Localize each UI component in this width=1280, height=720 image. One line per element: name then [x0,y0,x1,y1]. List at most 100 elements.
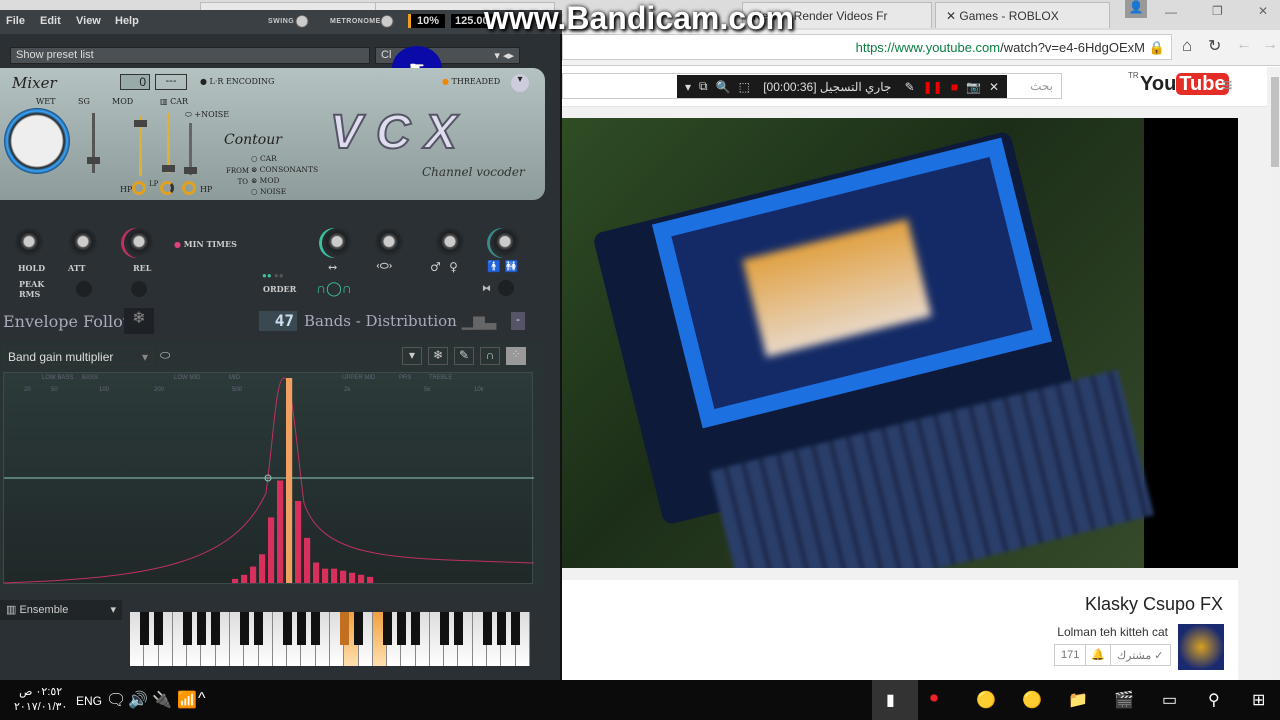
sg-slider[interactable] [87,113,100,173]
menu-view[interactable]: View [76,15,101,27]
car-slider[interactable] [162,113,175,173]
language-indicator[interactable]: ENG [76,694,102,708]
peak-rms-switch[interactable]: PEAK RMS [19,279,44,299]
dropdown-icon[interactable]: ▾ [685,80,691,94]
black-key[interactable] [282,612,292,645]
region-icon[interactable]: ⬚ [739,80,750,94]
release-curve-knob[interactable] [131,281,147,297]
subscribe-button[interactable]: مشترك ✓ [1111,645,1169,665]
black-key[interactable] [439,612,449,645]
windows-start-icon[interactable]: ⊞ [1252,690,1265,710]
video-editor-icon[interactable]: 🎬 [1114,690,1134,710]
camera-icon[interactable]: 📷 [966,80,981,94]
dropdown-icon[interactable]: ▾ [402,347,422,365]
hold-knob[interactable] [14,228,44,258]
hp-knob[interactable] [132,181,146,195]
pause-icon[interactable]: ❚❚ [923,80,943,94]
file-explorer-icon[interactable]: 📁 [1068,690,1088,710]
band-mode-select[interactable]: Band gain multiplier ▾ [3,347,153,365]
hp-knob-2[interactable] [182,181,196,195]
close-window-icon[interactable]: ✕ [1258,4,1268,18]
volume-icon[interactable]: 🔊 [128,690,148,710]
small-knob[interactable] [498,280,514,296]
minimize-icon[interactable]: — [1165,5,1177,19]
black-key[interactable] [211,612,221,645]
black-key[interactable] [339,612,349,645]
lips-icon[interactable]: ⬭ [160,348,170,363]
stop-icon[interactable]: ■ [951,80,958,94]
gender-knob[interactable] [435,228,465,258]
tab-roblox[interactable]: ✕ Games - ROBLOX [935,2,1110,28]
black-key[interactable] [354,612,364,645]
collapse-button[interactable]: - [511,312,525,330]
formant-knob[interactable] [374,228,404,258]
attack-curve-knob[interactable] [76,281,92,297]
min-times-toggle[interactable]: ● MIN TIMES [174,239,237,249]
pencil-icon[interactable]: ✎ [454,347,474,365]
menu-icon[interactable]: ≡ [1222,75,1233,96]
distribution-icon[interactable]: ▁▆▃ [462,312,497,330]
pencil-icon[interactable]: ✎ [905,80,915,94]
threaded-toggle[interactable]: ● THREADED [442,77,500,86]
forward-icon[interactable]: → [1262,36,1278,54]
close-icon[interactable]: ✕ [946,9,959,23]
window-icon[interactable]: ⧉ [699,79,708,94]
black-key[interactable] [154,612,164,645]
contour-car-radio[interactable]: ○ CAR [251,153,318,164]
url-input[interactable]: https://www.youtube.com/watch?v=e4-6HdgO… [562,34,1172,60]
preset-list-button[interactable]: Show preset list [10,47,370,64]
black-key[interactable] [382,612,392,645]
video-player[interactable] [562,118,1238,568]
lr-encoding-toggle[interactable]: ● L·R ENCODING [200,77,274,86]
black-key[interactable] [296,612,306,645]
clock[interactable]: ٠٢:٥٢ ص ٢٠١٧/٠١/٣٠ [14,685,67,715]
options-dropdown-icon[interactable]: ▾ [511,74,529,92]
swing-knob[interactable] [295,15,309,29]
contour-consonants-radio[interactable]: ⊗ CONSONANTS [251,164,318,175]
value-display[interactable]: 0 [120,74,150,90]
noise-toggle[interactable]: ⬭ +NOISE [185,110,229,120]
magnet-icon[interactable]: ∩ [480,347,500,365]
black-key[interactable] [511,612,521,645]
snowflake-icon[interactable]: ❄ [428,347,448,365]
black-key[interactable] [454,612,464,645]
black-key[interactable] [496,612,506,645]
zoom-display[interactable]: 10% [408,14,446,28]
black-key[interactable] [482,612,492,645]
notification-icon[interactable]: 🗨 [106,690,126,710]
menu-edit[interactable]: Edit [40,15,61,27]
attack-knob[interactable] [68,228,98,258]
black-key[interactable] [396,612,406,645]
bands-count-display[interactable]: 47 [259,311,297,331]
black-key[interactable] [182,612,192,645]
stereo-width-knob[interactable] [322,228,352,258]
contour-noise-radio[interactable]: ○ NOISE [251,186,318,197]
lp-knob[interactable] [160,181,174,195]
black-key[interactable] [311,612,321,645]
black-key[interactable] [196,612,206,645]
user-icon[interactable]: 👤 [1125,0,1147,18]
task-view-icon[interactable]: ▭ [1162,690,1177,710]
youtube-logo[interactable]: You Tube [1140,73,1229,96]
bandicam-taskbar-icon[interactable]: ⏺ [930,690,938,708]
restore-icon[interactable]: ❐ [1212,4,1223,18]
black-key[interactable] [411,612,421,645]
close-icon[interactable]: ✕ [989,80,999,94]
wifi-icon[interactable]: 📶 [177,690,197,710]
mod-slider[interactable] [134,116,147,176]
noise-slider[interactable] [184,123,197,175]
metronome-knob[interactable] [380,15,394,29]
search-icon[interactable]: 🔍 [716,80,731,94]
order-dots[interactable]: ●● ●● [262,271,284,280]
black-key[interactable] [239,612,249,645]
scrollbar[interactable] [1270,67,1280,680]
instrument-select[interactable]: ▥ Ensemble ▾ [0,600,122,620]
piano-keyboard[interactable] [130,612,530,666]
unison-knob[interactable] [490,228,520,258]
channel-avatar[interactable] [1178,624,1224,670]
search-icon[interactable]: ⚲ [1208,690,1220,710]
chrome-taskbar-icon[interactable]: 🟡 [976,690,996,710]
home-icon[interactable]: ⌂ [1182,36,1192,56]
band-gain-graph[interactable]: LOW BASS BASS LOW MID MID UPPER MID PRS TREBLE… [3,372,534,584]
black-key[interactable] [139,612,149,645]
